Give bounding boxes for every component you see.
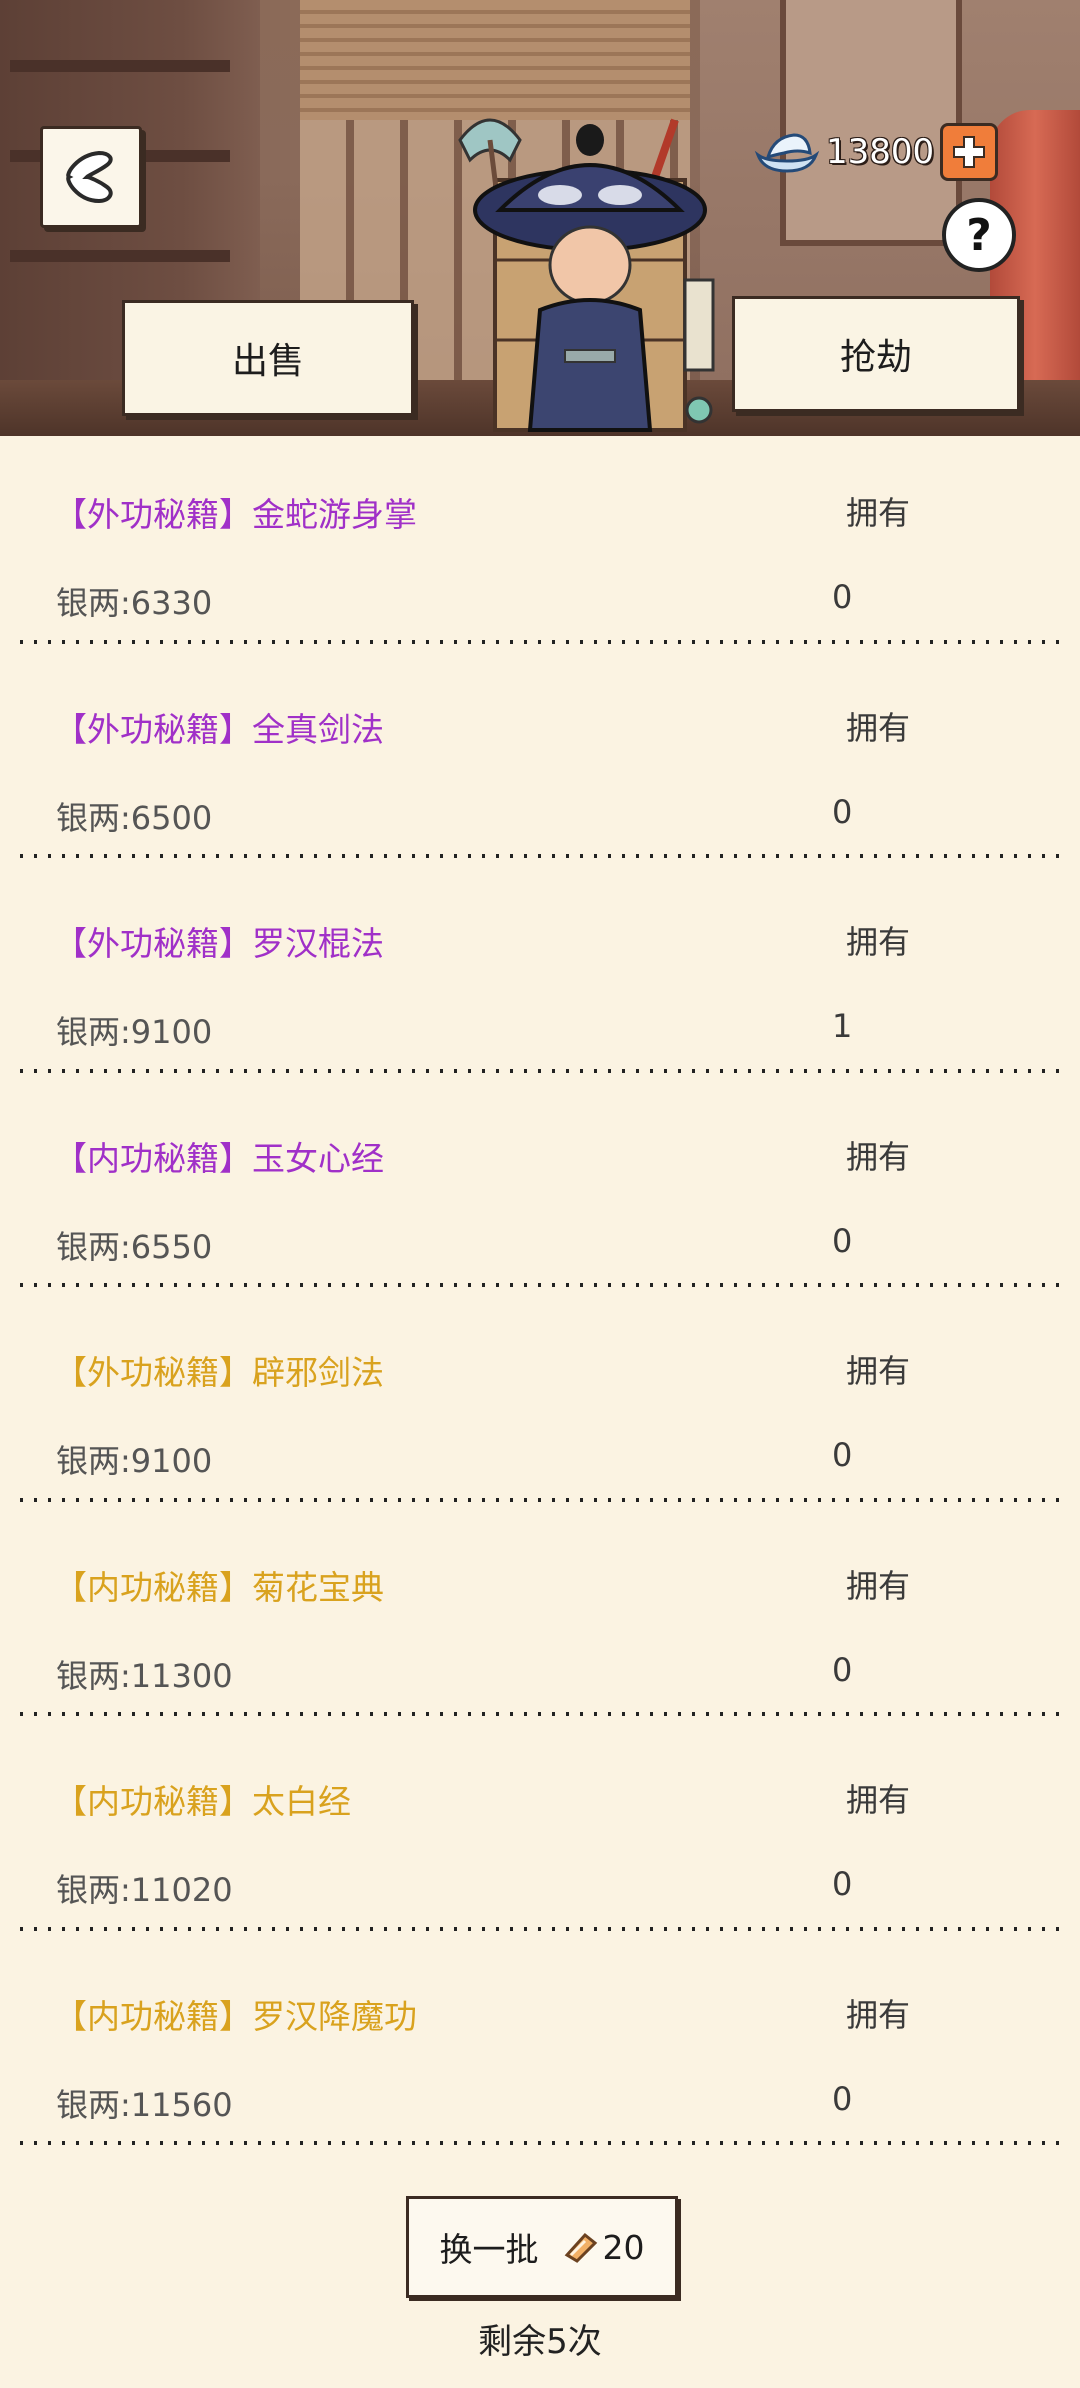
owned-label: 拥有 [846,708,911,747]
owned-label: 拥有 [846,494,911,532]
item-price: 银两:9100 [56,1442,213,1480]
item-title: 【外功秘籍】全真剑法 [54,709,384,749]
owned-label: 拥有 [846,1995,911,2034]
background-shelf [10,60,230,72]
dotted-divider [20,639,1060,644]
list-item[interactable]: 【外功秘籍】金蛇游身掌 拥有 银两:6330 0 [0,436,1080,651]
plus-icon [953,136,986,168]
list-item[interactable]: 【内功秘籍】罗汉降魔功 拥有 银两:11560 0 [0,1938,1080,2153]
dotted-divider [20,1068,1060,1073]
rob-button-label: 抢劫 [839,337,912,378]
sell-button-label: 出售 [231,341,304,382]
item-title: 【内功秘籍】罗汉降魔功 [54,1996,417,2036]
dotted-divider [20,854,1060,858]
owned-count: 0 [832,2079,853,2118]
currency-display: 13800 [754,122,999,182]
back-button[interactable] [40,126,142,228]
item-price: 银两:11560 [56,2085,233,2124]
currency-amount: 13800 [826,132,935,172]
list-item[interactable]: 【外功秘籍】全真剑法 拥有 银两:6500 0 [0,651,1080,866]
list-item[interactable]: 【内功秘籍】玉女心经 拥有 银两:6550 0 [0,1080,1080,1295]
dotted-divider [20,1712,1060,1716]
list-item[interactable]: 【外功秘籍】辟邪剑法 拥有 银两:9100 0 [0,1294,1080,1509]
item-price: 银两:6550 [56,1227,213,1266]
item-title: 【外功秘籍】金蛇游身掌 [54,495,417,534]
help-button[interactable]: ? [942,198,1016,272]
item-price: 银两:6330 [56,584,213,622]
refresh-button-label: 换一批 [439,2230,539,2269]
item-title: 【外功秘籍】辟邪剑法 [54,1353,384,1392]
owned-label: 拥有 [846,923,911,961]
item-price: 银两:6500 [56,798,213,837]
sell-button[interactable]: 出售 [122,300,414,416]
item-title: 【内功秘籍】太白经 [54,1782,351,1821]
owned-label: 拥有 [846,1566,911,1605]
owned-count: 0 [832,792,853,831]
owned-count: 0 [832,1650,853,1689]
item-title: 【内功秘籍】菊花宝典 [54,1567,384,1607]
dotted-divider [20,2141,1060,2145]
back-arrow-icon [66,150,113,204]
item-title: 【外功秘籍】罗汉棍法 [54,924,384,963]
add-currency-button[interactable] [940,123,999,181]
list-item[interactable]: 【外功秘籍】罗汉棍法 拥有 银两:9100 1 [0,865,1080,1080]
remaining-refresh-count: 剩余5次 [478,2322,602,2362]
list-item[interactable]: 【内功秘籍】太白经 拥有 银两:11020 0 [0,1723,1080,1938]
owned-label: 拥有 [846,1781,911,1819]
item-title: 【内功秘籍】玉女心经 [54,1138,384,1178]
shop-header-scene: 13800 ? 出售 抢劫 [0,0,1080,436]
shop-item-list: 【外功秘籍】金蛇游身掌 拥有 银两:6330 0 【外功秘籍】全真剑法 拥有 银… [0,436,1080,2152]
silver-ingot-icon [754,133,820,173]
owned-label: 拥有 [846,1137,911,1176]
shop-page: 13800 ? 出售 抢劫 【外功秘籍】金蛇游身掌 拥有 银两:6330 0 【… [0,0,1080,2388]
background-shelf [10,250,230,262]
refresh-token-icon [564,2232,597,2263]
owned-count: 1 [832,1007,853,1045]
item-price: 银两:11300 [56,1656,233,1695]
dotted-divider [20,1926,1060,1931]
refresh-cost: 20 [602,2227,645,2267]
owned-count: 0 [832,1865,853,1903]
question-mark-icon: ? [966,209,992,261]
dotted-divider [20,1497,1060,1502]
list-item[interactable]: 【内功秘籍】菊花宝典 拥有 银两:11300 0 [0,1509,1080,1724]
owned-count: 0 [832,578,853,616]
item-price: 银两:9100 [56,1013,213,1051]
merchant-illustration [458,118,715,432]
owned-label: 拥有 [846,1352,911,1390]
owned-count: 0 [832,1436,853,1474]
dotted-divider [20,1283,1060,1287]
owned-count: 0 [832,1221,853,1260]
refresh-batch-button[interactable]: 换一批 20 [406,2196,678,2298]
item-price: 银两:11020 [56,1871,233,1909]
rob-button[interactable]: 抢劫 [732,296,1020,412]
